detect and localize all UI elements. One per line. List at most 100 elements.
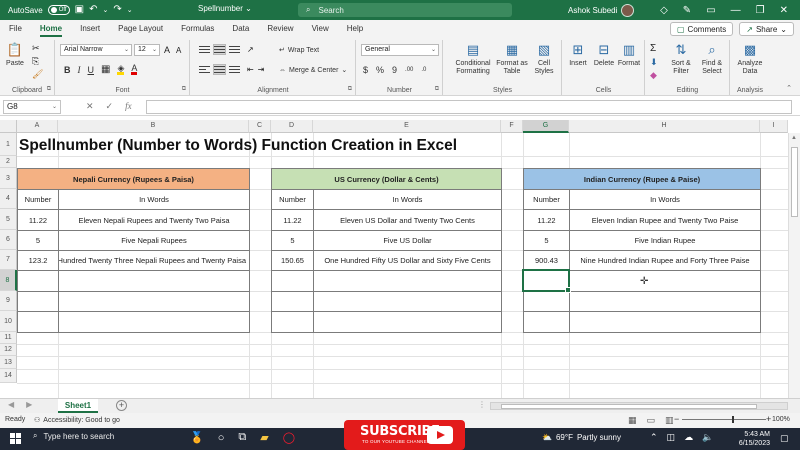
undo-dropdown-icon[interactable]: ⌄	[102, 7, 108, 14]
horizontal-scrollbar[interactable]	[490, 402, 788, 410]
normal-view-icon[interactable]: ▦	[628, 415, 637, 426]
copy-icon[interactable]: ⎘	[32, 56, 39, 67]
zoom-level[interactable]: 100%	[772, 416, 790, 423]
paste-button[interactable]: 📋 Paste	[3, 42, 27, 68]
empty-cell[interactable]	[58, 311, 250, 333]
words-cell[interactable]: Five Nepali Rupees	[58, 230, 250, 251]
user-account[interactable]: Ashok Subedi	[568, 4, 635, 17]
network-icon[interactable]: ◫	[667, 432, 676, 443]
words-cell[interactable]: Five Indian Rupee	[569, 230, 761, 251]
table-header[interactable]: Indian Currency (Rupee & Paise)	[523, 168, 761, 190]
number-cell[interactable]: 11.22	[523, 209, 570, 231]
tab-insert[interactable]: Insert	[71, 20, 109, 38]
row-header-12[interactable]: 12	[0, 344, 17, 356]
scrollbar-thumb[interactable]	[791, 147, 798, 217]
table-header[interactable]: Nepali Currency (Rupees & Paisa)	[17, 168, 250, 190]
number-cell[interactable]: 5	[271, 230, 314, 251]
format-cells-button[interactable]: ▥ Format	[616, 42, 642, 68]
empty-cell[interactable]	[271, 270, 314, 292]
sheet-tab-sheet1[interactable]: Sheet1	[58, 399, 98, 413]
align-right-icon[interactable]	[229, 65, 240, 74]
number-cell[interactable]: 11.22	[271, 209, 314, 231]
save-icon[interactable]: ▣	[75, 5, 84, 15]
zoom-in-icon[interactable]: +	[766, 414, 771, 424]
autosum-icon[interactable]: Σ	[650, 43, 656, 54]
redo-icon[interactable]: ↷	[113, 5, 121, 15]
number-launcher-icon[interactable]: ⧉	[435, 86, 439, 93]
active-cell-selection[interactable]	[522, 269, 571, 293]
clear-icon[interactable]: ◆	[650, 70, 657, 81]
column-header-number[interactable]: Number	[271, 189, 314, 210]
orientation-icon[interactable]: ↗	[247, 45, 254, 54]
merge-center-button[interactable]: ⇔ Merge & Center ⌄	[279, 66, 347, 75]
format-as-table-button[interactable]: ▦ Format as Table	[496, 42, 528, 76]
empty-cell[interactable]	[523, 291, 570, 312]
autosave-toggle[interactable]: Off	[47, 5, 70, 15]
row-header-6[interactable]: 6	[0, 230, 17, 250]
worksheet-grid[interactable]: ABCDEFGHI 1 2 3 4 5 6 7 8 9 10 11 12 13 14 Spellnumbe…	[0, 120, 800, 400]
tab-formulas[interactable]: Formulas	[172, 20, 223, 38]
page-title[interactable]: Spellnumber (Number to Words) Function C…	[19, 137, 457, 155]
fill-icon[interactable]: ⬇	[650, 57, 658, 68]
column-header-number[interactable]: Number	[523, 189, 570, 210]
column-header-h[interactable]: H	[569, 120, 760, 133]
conditional-formatting-button[interactable]: ▤ Conditional Formatting	[450, 42, 496, 76]
italic-icon[interactable]: I	[78, 65, 81, 75]
decrease-decimal-icon[interactable]: .0	[421, 67, 426, 73]
taskbar-search[interactable]: ⌕ Type here to search	[33, 431, 114, 441]
column-header-a[interactable]: A	[17, 120, 58, 133]
analyze-data-button[interactable]: ▩ Analyze Data	[733, 42, 767, 76]
award-icon[interactable]: 🏅	[190, 431, 204, 444]
opera-icon[interactable]: ◯	[283, 431, 295, 444]
column-header-number[interactable]: Number	[17, 189, 59, 210]
tab-file[interactable]: File	[0, 20, 31, 38]
align-middle-icon[interactable]	[213, 44, 226, 55]
empty-cell[interactable]	[313, 270, 502, 292]
clock[interactable]: 5:43 AM 6/15/2023	[728, 430, 770, 448]
column-header-words[interactable]: In Words	[569, 189, 761, 210]
empty-cell[interactable]	[569, 270, 761, 292]
page-break-view-icon[interactable]: ▥	[665, 415, 674, 426]
font-size-dropdown[interactable]: 12 ⌄	[134, 44, 160, 56]
tab-data[interactable]: Data	[223, 20, 258, 38]
empty-cell[interactable]	[17, 270, 59, 292]
column-header-d[interactable]: D	[271, 120, 313, 133]
zoom-slider-knob[interactable]	[732, 416, 734, 423]
find-select-button[interactable]: ⌕ Find & Select	[696, 42, 728, 76]
column-header-words[interactable]: In Words	[313, 189, 502, 210]
column-header-e[interactable]: E	[313, 120, 501, 133]
cancel-icon[interactable]: ✕	[86, 101, 94, 112]
empty-cell[interactable]	[313, 291, 502, 312]
sort-filter-button[interactable]: ⇅ Sort & Filter	[666, 42, 696, 76]
tab-home[interactable]: Home	[31, 20, 71, 38]
number-cell[interactable]: 5	[523, 230, 570, 251]
accessibility-status[interactable]: ⚇ Accessibility: Good to go	[34, 416, 120, 425]
row-header-7[interactable]: 7	[0, 250, 17, 270]
decrease-indent-icon[interactable]: ⇤	[247, 65, 254, 74]
cell-styles-button[interactable]: ▧ Cell Styles	[530, 42, 558, 76]
font-launcher-icon[interactable]: ⧉	[182, 86, 186, 93]
increase-font-icon[interactable]: A	[164, 45, 170, 55]
bold-icon[interactable]: B	[64, 65, 71, 75]
words-cell[interactable]: Eleven Indian Rupee and Twenty Two Paise	[569, 209, 761, 231]
tab-view[interactable]: View	[303, 20, 338, 38]
row-header-9[interactable]: 9	[0, 291, 17, 311]
align-left-icon[interactable]	[199, 65, 210, 74]
scroll-up-icon[interactable]: ▲	[791, 135, 797, 141]
tab-split-handle-icon[interactable]: ⋮	[478, 400, 486, 409]
align-bottom-icon[interactable]	[229, 45, 240, 54]
number-cell[interactable]: 11.22	[17, 209, 59, 231]
collapse-ribbon-icon[interactable]: ⌃	[786, 84, 792, 92]
column-header-i[interactable]: I	[760, 120, 788, 133]
currency-icon[interactable]: $	[363, 65, 368, 75]
empty-cell[interactable]	[523, 311, 570, 333]
words-cell[interactable]: Eleven Nepali Rupees and Twenty Two Pais…	[58, 209, 250, 231]
diamond-icon[interactable]: ◇	[660, 5, 668, 16]
notifications-icon[interactable]: ▢	[780, 433, 789, 444]
delete-cells-button[interactable]: ⊟ Delete	[591, 42, 617, 68]
column-header-words[interactable]: In Words	[58, 189, 250, 210]
cortana-icon[interactable]: ○	[218, 432, 225, 444]
empty-cell[interactable]	[569, 291, 761, 312]
prev-sheet-icon[interactable]: ◀	[8, 400, 14, 409]
column-header-c[interactable]: C	[249, 120, 271, 133]
